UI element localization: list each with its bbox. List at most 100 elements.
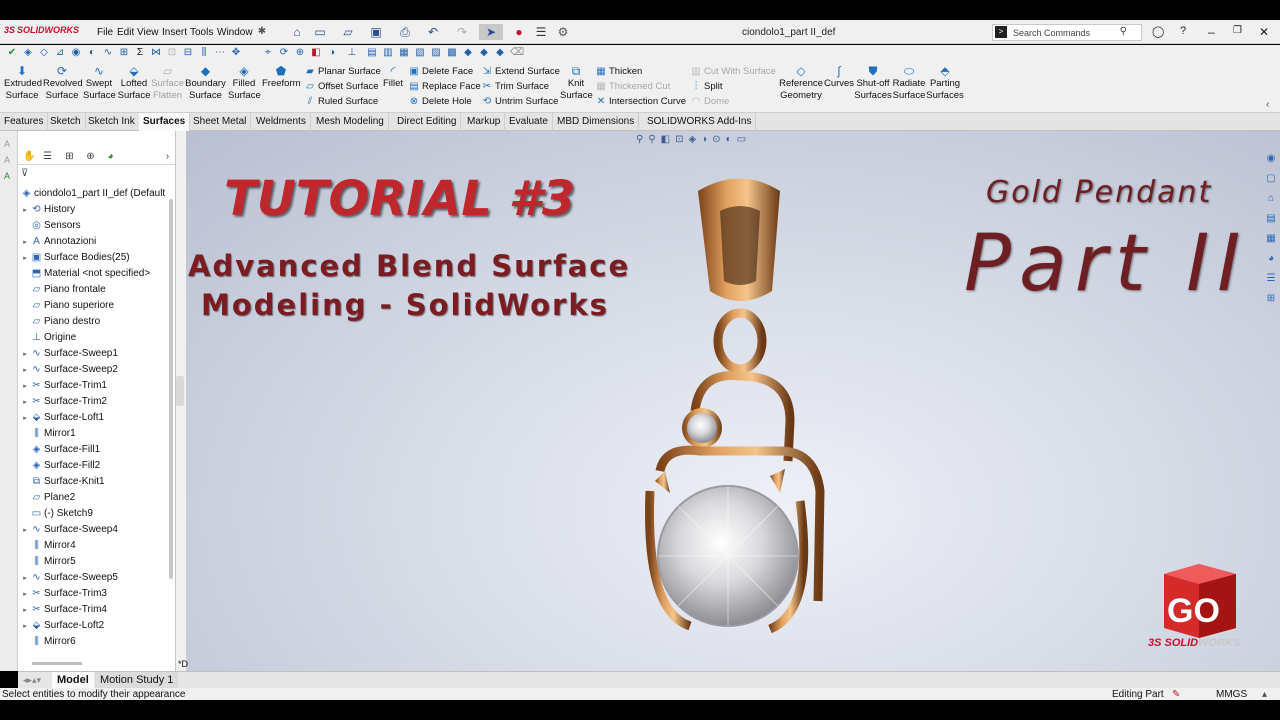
- tree-item[interactable]: ▸ ⬙ Surface-Loft2: [20, 618, 104, 634]
- replace-face-button[interactable]: ▤ Replace Face: [408, 81, 480, 92]
- expand-arrow-icon[interactable]: ▸: [20, 251, 30, 267]
- curve-tool-icon[interactable]: ◐: [86, 47, 98, 59]
- expand-arrow-icon[interactable]: ▸: [20, 347, 30, 363]
- move-icon[interactable]: ✥: [230, 47, 242, 59]
- close-button[interactable]: ✕: [1259, 25, 1269, 39]
- surface-flatten-button[interactable]: ▱ Surface Flatten: [151, 65, 184, 102]
- menu-view[interactable]: View: [137, 27, 159, 38]
- tab-mbd-dimensions[interactable]: MBD Dimensions: [553, 113, 640, 131]
- expand-arrow-icon[interactable]: ▸: [20, 571, 30, 587]
- curves-button[interactable]: ∫ Curves: [823, 65, 855, 90]
- tree-item[interactable]: ⫼ Mirror6: [20, 634, 75, 650]
- menu-window[interactable]: Window: [217, 27, 253, 38]
- axis-tool-icon[interactable]: ⊿: [54, 47, 66, 59]
- graphics-viewport[interactable]: ⚲⚲◧⊡◈◑⊙◐▭ ◉ ▢ ⌂ ▤ ▦ ◕ ☰ ⊞ TUTORIAL #3 Ad…: [176, 131, 1280, 671]
- expand-arrow-icon[interactable]: ▸: [20, 523, 30, 539]
- swept-surface-button[interactable]: ∿ Swept Surface: [83, 65, 116, 102]
- tree-item[interactable]: ▸ ✂ Surface-Trim2: [20, 394, 107, 410]
- dimxpert-tab-icon[interactable]: ⊕: [83, 150, 98, 163]
- pattern-icon[interactable]: ⋯: [214, 47, 226, 59]
- tab-sheet-metal[interactable]: Sheet Metal: [189, 113, 252, 131]
- custom-properties-icon[interactable]: ◕: [1265, 253, 1277, 265]
- tab-sketch-ink[interactable]: Sketch Ink: [84, 113, 140, 131]
- appearances-icon[interactable]: ▦: [1265, 233, 1277, 245]
- tree-item[interactable]: ▸ ✂ Surface-Trim1: [20, 378, 107, 394]
- expand-arrow-icon[interactable]: ▸: [20, 363, 30, 379]
- feature-tree-tab-icon[interactable]: ✋: [22, 150, 37, 163]
- expand-arrow-icon[interactable]: ▸: [20, 379, 30, 395]
- tree-item[interactable]: ▱ Piano frontale: [20, 282, 106, 298]
- spline-tool-icon[interactable]: ∿: [102, 47, 114, 59]
- solidworks-logo[interactable]: 3S SOLIDWORKS: [4, 25, 79, 35]
- delete-face-button[interactable]: ▣ Delete Face: [408, 66, 473, 77]
- isometric-view-icon[interactable]: ◆: [462, 47, 474, 59]
- sum-icon[interactable]: Σ: [134, 47, 146, 59]
- tree-root[interactable]: ◈ ciondolo1_part II_def (Default: [20, 186, 166, 202]
- plane-tool-icon[interactable]: ◇: [38, 47, 50, 59]
- section-view-icon[interactable]: ◧: [310, 47, 322, 59]
- tab-weldments[interactable]: Weldments: [252, 113, 311, 131]
- cut-with-surface-button[interactable]: ▥ Cut With Surface: [690, 66, 776, 77]
- print-icon[interactable]: ⎙: [397, 24, 413, 40]
- measure-icon[interactable]: ⊥: [346, 47, 358, 59]
- status-units[interactable]: MMGS: [1216, 689, 1247, 700]
- panel-collapse-handle[interactable]: [176, 376, 184, 406]
- expand-arrow-icon[interactable]: ▸: [20, 587, 30, 603]
- minimize-button[interactable]: –: [1208, 25, 1215, 39]
- tree-item[interactable]: ▸ ✂ Surface-Trim3: [20, 586, 107, 602]
- extend-surface-button[interactable]: ⇲ Extend Surface: [481, 66, 560, 77]
- tab-solidworks-add-ins[interactable]: SOLIDWORKS Add-Ins: [643, 113, 757, 131]
- view-orientation-icon[interactable]: ⌖: [262, 47, 274, 59]
- boundary-surface-button[interactable]: ◆ Boundary Surface: [185, 65, 226, 102]
- tab-surfaces[interactable]: Surfaces: [139, 113, 191, 131]
- home-icon[interactable]: ⌂: [289, 24, 305, 40]
- planar-surface-button[interactable]: ▰ Planar Surface: [304, 66, 381, 77]
- expand-arrow-icon[interactable]: ▸: [20, 411, 30, 427]
- tab-scroll-arrows[interactable]: ◂▸▴▾: [18, 672, 46, 688]
- tree-item[interactable]: ⫼ Mirror4: [20, 538, 75, 554]
- menu-tools[interactable]: Tools: [190, 27, 213, 38]
- dome-button[interactable]: ◠ Dome: [690, 96, 730, 107]
- strip-tool-1-icon[interactable]: A: [4, 139, 10, 149]
- standard-view-back-icon[interactable]: ▥: [382, 47, 394, 59]
- tree-item[interactable]: ⧉ Surface-Knit1: [20, 474, 105, 490]
- expand-arrow-icon[interactable]: ▸: [20, 203, 30, 219]
- 3d-sketch-icon[interactable]: ⊞: [118, 47, 130, 59]
- tree-item[interactable]: ▱ Piano destro: [20, 314, 101, 330]
- view-heads-up-toolbar[interactable]: ⚲⚲◧⊡◈◑⊙◐▭: [636, 134, 751, 145]
- help-icon[interactable]: ?: [1180, 25, 1186, 37]
- configuration-manager-tab-icon[interactable]: ⊞: [62, 150, 77, 163]
- convert-icon[interactable]: ⊟: [182, 47, 194, 59]
- radiate-surface-button[interactable]: ⬭ Radiate Surface: [891, 65, 927, 102]
- tree-item[interactable]: ⫼ Mirror5: [20, 554, 75, 570]
- tree-item[interactable]: ◎ Sensors: [20, 218, 81, 234]
- revolved-surface-button[interactable]: ⟳ Revolved Surface: [43, 65, 83, 102]
- expand-arrow-icon[interactable]: ▸: [20, 603, 30, 619]
- point-tool-icon[interactable]: ◉: [70, 47, 82, 59]
- tree-item[interactable]: ⬒ Material <not specified>: [20, 266, 150, 282]
- menu-insert[interactable]: Insert: [162, 27, 187, 38]
- tree-item[interactable]: ▱ Plane2: [20, 490, 76, 506]
- intersection-curve-button[interactable]: ✕ Intersection Curve: [595, 96, 686, 107]
- collapse-ribbon-icon[interactable]: ‹: [1266, 99, 1269, 110]
- tree-item[interactable]: ⊥ Origine: [20, 330, 76, 346]
- pendant-3d-model[interactable]: [640, 171, 840, 671]
- tree-item[interactable]: ▸ ∿ Surface-Sweep2: [20, 362, 118, 378]
- options-gear-icon[interactable]: ⚙: [555, 24, 571, 40]
- sketch-tool-icon[interactable]: ◈: [22, 47, 34, 59]
- parting-surfaces-button[interactable]: ⬘ Parting Surfaces: [926, 65, 964, 102]
- offset-icon[interactable]: ⊡: [166, 47, 178, 59]
- tree-item[interactable]: ▭ (-) Sketch9: [20, 506, 93, 522]
- open-folder-icon[interactable]: ▱: [340, 24, 356, 40]
- knit-surface-button[interactable]: ⧉ Knit Surface: [560, 65, 593, 102]
- pin-icon[interactable]: ✱: [254, 24, 270, 40]
- search-commands-input[interactable]: > Search Commands ⚲: [992, 24, 1142, 41]
- tree-item[interactable]: ▸ ∿ Surface-Sweep5: [20, 570, 118, 586]
- tree-item[interactable]: ◈ Surface-Fill1: [20, 442, 101, 458]
- trim-surface-button[interactable]: ✂ Trim Surface: [481, 81, 549, 92]
- expand-panel-icon[interactable]: ›: [160, 150, 175, 163]
- units-dropdown-icon[interactable]: ▴: [1262, 689, 1267, 700]
- tab-evaluate[interactable]: Evaluate: [505, 113, 553, 131]
- tab-markup[interactable]: Markup: [463, 113, 506, 131]
- thickened-cut-button[interactable]: ▦ Thickened Cut: [595, 81, 670, 92]
